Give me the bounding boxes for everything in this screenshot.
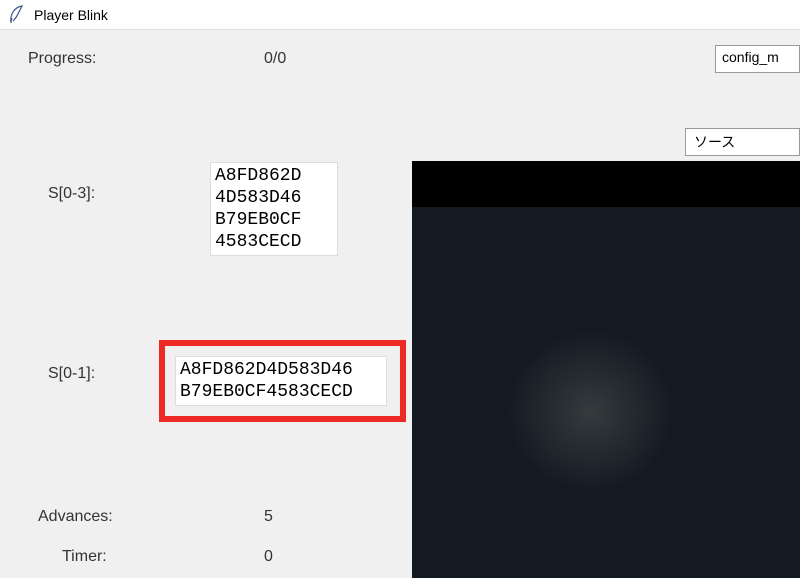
s03-label: S[0-3]: bbox=[48, 185, 95, 203]
advances-value: 5 bbox=[264, 508, 273, 526]
titlebar: Player Blink bbox=[0, 0, 800, 30]
video-preview-content bbox=[412, 207, 800, 578]
source-dropdown[interactable]: ソース bbox=[685, 128, 800, 156]
config-dropdown-text: config_m bbox=[722, 49, 779, 65]
client-area: Progress: 0/0 config_m ソース S[0-3]: A8FD8… bbox=[0, 30, 800, 578]
source-dropdown-text: ソース bbox=[694, 134, 735, 150]
video-preview bbox=[412, 161, 800, 578]
config-dropdown[interactable]: config_m bbox=[715, 45, 800, 73]
progress-value: 0/0 bbox=[264, 50, 286, 68]
s01-textbox[interactable]: A8FD862D4D583D46 B79EB0CF4583CECD bbox=[175, 356, 387, 406]
app-icon bbox=[8, 5, 24, 25]
s03-textbox[interactable]: A8FD862D 4D583D46 B79EB0CF 4583CECD bbox=[210, 162, 338, 256]
timer-label: Timer: bbox=[62, 548, 107, 566]
advances-label: Advances: bbox=[38, 508, 113, 526]
s01-label: S[0-1]: bbox=[48, 365, 95, 383]
s03-text: A8FD862D 4D583D46 B79EB0CF 4583CECD bbox=[215, 166, 301, 252]
timer-value: 0 bbox=[264, 548, 273, 566]
window-title: Player Blink bbox=[34, 7, 108, 23]
progress-label: Progress: bbox=[28, 50, 96, 68]
s01-text: A8FD862D4D583D46 B79EB0CF4583CECD bbox=[180, 360, 353, 402]
